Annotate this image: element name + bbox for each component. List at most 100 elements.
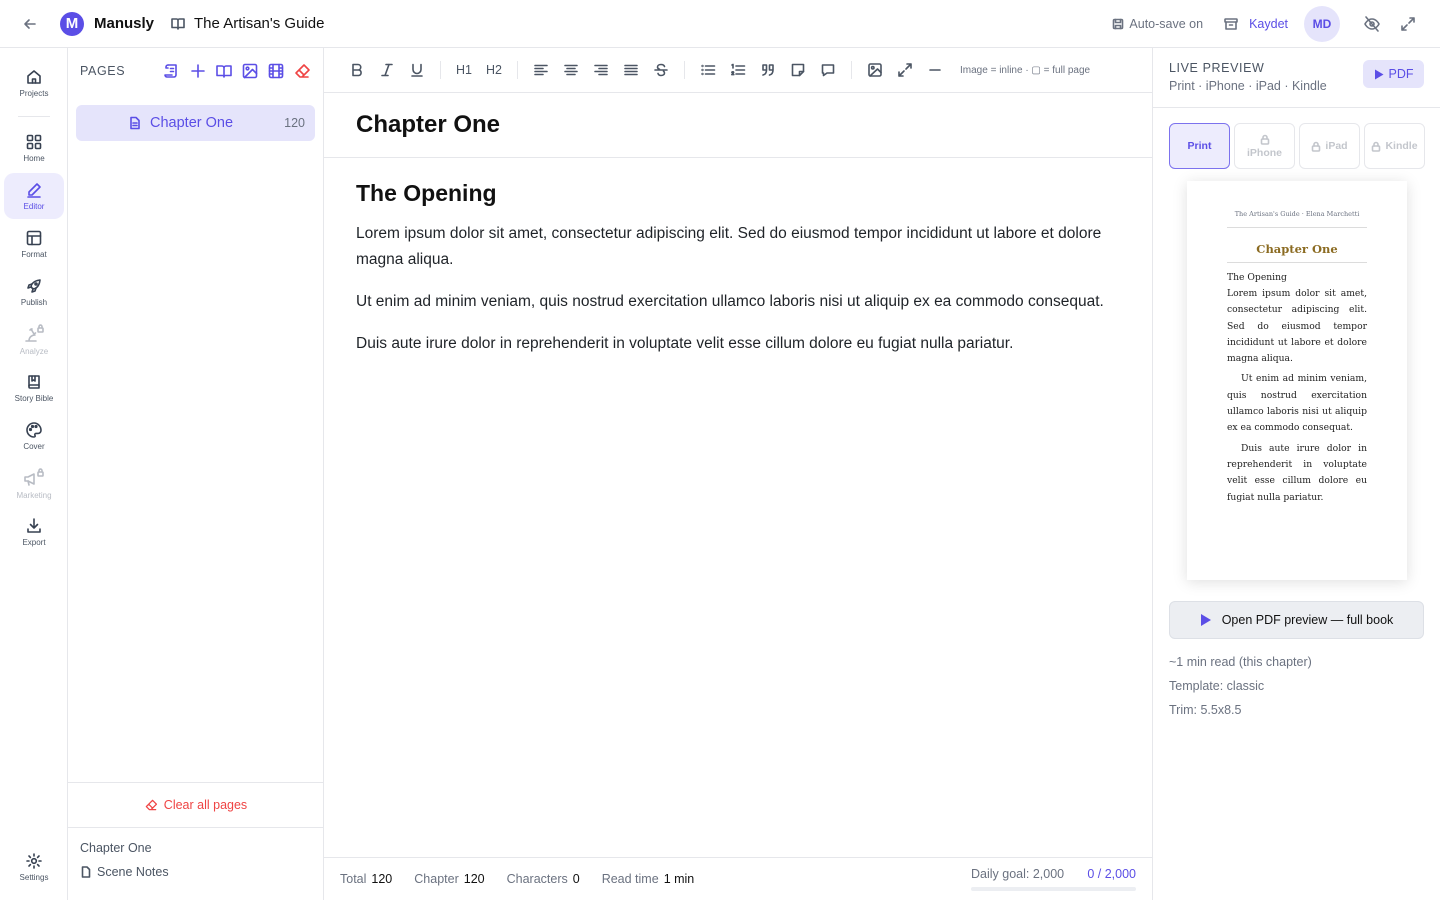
paragraph[interactable]: Lorem ipsum dolor sit amet, consectetur … [356, 221, 1120, 273]
italic-button[interactable] [372, 55, 402, 85]
clear-all-pages-button[interactable]: Clear all pages [68, 782, 323, 828]
horizontal-rule-button[interactable] [920, 55, 950, 85]
quote-button[interactable] [753, 55, 783, 85]
heading2-button[interactable]: H2 [479, 55, 509, 85]
numbered-list-button[interactable] [723, 55, 753, 85]
rail-item-export[interactable]: Export [4, 509, 64, 555]
preview-paragraph: Duis aute irure dolor in reprehenderit i… [1227, 442, 1367, 503]
device-tab-kindle[interactable]: Kindle [1364, 123, 1425, 169]
device-tab-print[interactable]: Print [1169, 123, 1230, 169]
bold-button[interactable] [342, 55, 372, 85]
add-spread-button[interactable] [215, 62, 233, 80]
film-icon [268, 63, 284, 79]
rail-label: Editor [23, 202, 45, 211]
add-chapter-button[interactable] [163, 62, 181, 80]
strikethrough-button[interactable] [646, 55, 676, 85]
rail-item-editor[interactable]: Editor [4, 173, 64, 219]
rail-item-analyze[interactable]: Analyze [4, 317, 64, 363]
hide-preview-button[interactable] [1354, 6, 1390, 42]
insert-image-button[interactable] [860, 55, 890, 85]
add-page-button[interactable] [189, 62, 207, 80]
note-button[interactable] [783, 55, 813, 85]
device-tab-iphone[interactable]: iPhone [1234, 123, 1295, 169]
align-center-button[interactable] [556, 55, 586, 85]
rail-item-story-bible[interactable]: Story Bible [4, 365, 64, 411]
running-head: The Artisan's Guide · Elena Marchetti [1227, 210, 1367, 228]
align-right-button[interactable] [586, 55, 616, 85]
preview-meta: ~1 min read (this chapter) Template: cla… [1169, 655, 1312, 727]
heading1-button[interactable]: H1 [449, 55, 479, 85]
add-image-button[interactable] [241, 62, 259, 80]
rail-label: Home [23, 154, 45, 163]
rail-item-publish[interactable]: Publish [4, 269, 64, 315]
device-tabs: Print iPhone iPad Kindle [1169, 123, 1425, 169]
rail-item-projects[interactable]: Projects [4, 60, 64, 106]
save-button[interactable]: Kaydet [1223, 16, 1288, 32]
section-heading[interactable]: The Opening [356, 180, 1120, 207]
rail-label: Cover [23, 442, 45, 451]
justify-button[interactable] [616, 55, 646, 85]
book-icon [170, 16, 186, 32]
pdf-button[interactable]: PDF [1363, 60, 1424, 88]
rail-item-marketing[interactable]: Marketing [4, 461, 64, 507]
megaphone-icon [24, 468, 44, 486]
archive-icon [1224, 18, 1238, 30]
pages-title: PAGES [80, 64, 126, 78]
plus-icon [191, 64, 205, 78]
fullscreen-button[interactable] [1390, 6, 1426, 42]
rocket-icon [27, 279, 41, 293]
underline-button[interactable] [402, 55, 432, 85]
rail-item-settings[interactable]: Settings [4, 844, 64, 890]
toolbar-divider [684, 61, 685, 79]
device-tab-ipad[interactable]: iPad [1299, 123, 1360, 169]
rail-label: Story Bible [14, 394, 54, 403]
paragraph[interactable]: Ut enim ad minim veniam, quis nostrud ex… [356, 289, 1120, 315]
avatar[interactable]: MD [1304, 6, 1340, 42]
image-icon [242, 63, 258, 79]
rail-item-format[interactable]: Format [4, 221, 64, 267]
microscope-icon [25, 324, 44, 342]
paragraph[interactable]: Duis aute irure dolor in reprehenderit i… [356, 331, 1120, 357]
comment-button[interactable] [813, 55, 843, 85]
pen-icon [27, 183, 41, 198]
save-label: Kaydet [1249, 17, 1288, 31]
page-label: Chapter One [150, 115, 234, 131]
bold-icon [352, 63, 362, 77]
book-icon [28, 375, 40, 389]
align-left-button[interactable] [526, 55, 556, 85]
rail-item-cover[interactable]: Cover [4, 413, 64, 459]
top-bar: M Manusly The Artisan's Guide Auto-save … [0, 0, 1440, 48]
characters-count: Characters 0 [507, 872, 580, 886]
bullet-list-button[interactable] [693, 55, 723, 85]
rail-item-home[interactable]: Home [4, 125, 64, 171]
open-pdf-preview-button[interactable]: Open PDF preview — full book [1169, 601, 1424, 639]
play-icon [1374, 69, 1383, 79]
page-list-item[interactable]: Chapter One 120 [76, 105, 315, 141]
grid-icon [26, 134, 42, 150]
live-preview-panel: LIVE PREVIEW Print · iPhone · iPad · Kin… [1153, 48, 1440, 900]
rail-label: Format [21, 250, 47, 259]
chapter-value: 120 [463, 872, 485, 886]
app-logo[interactable]: M [60, 11, 84, 36]
book-title[interactable]: The Artisan's Guide [194, 15, 324, 32]
toolbar-divider [517, 61, 518, 79]
add-video-button[interactable] [267, 62, 285, 80]
pages-panel: PAGES Chapter One 120 Clear all pages Ch… [68, 48, 324, 900]
toolbar-hint: Image = inline · ▢ = full page [960, 64, 1091, 76]
chapter-title[interactable]: Chapter One [324, 93, 1152, 158]
open-pdf-label: Open PDF preview — full book [1221, 613, 1394, 627]
device-label: iPad [1325, 140, 1348, 152]
full-page-image-button[interactable] [890, 55, 920, 85]
lock-icon [1312, 141, 1321, 152]
autosave-label: Auto-save on [1129, 17, 1204, 31]
scene-notes: Chapter One Scene Notes [80, 841, 169, 879]
back-button[interactable] [0, 0, 60, 48]
scene-notes-item[interactable]: Scene Notes [80, 865, 169, 879]
gear-icon [26, 853, 42, 869]
editor-content[interactable]: The Opening Lorem ipsum dolor sit amet, … [324, 158, 1152, 357]
expand-icon [1401, 17, 1415, 31]
open-book-icon [216, 65, 232, 78]
status-bar: Total 120 Chapter 120 Characters 0 Read tim… [324, 857, 1152, 900]
erase-button[interactable] [293, 62, 311, 80]
readtime-value: 1 min [663, 872, 695, 886]
